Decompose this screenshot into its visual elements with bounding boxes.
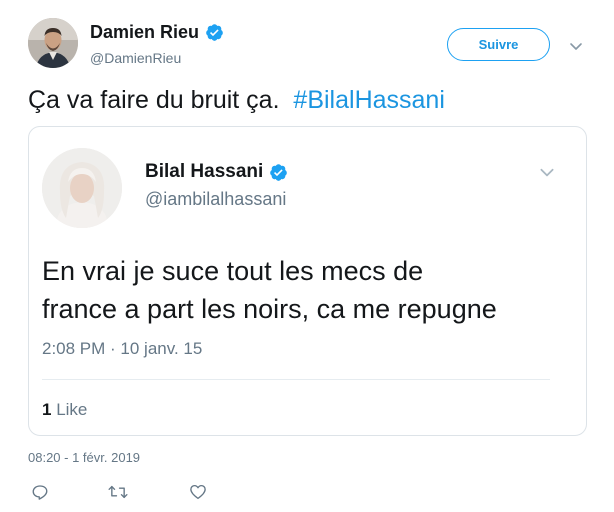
author-handle[interactable]: @DamienRieu [90, 50, 181, 66]
quoted-tweet-text: En vrai je suce tout les mecs de france … [42, 252, 572, 328]
heart-icon [190, 484, 206, 500]
quoted-avatar[interactable] [42, 148, 122, 228]
author-avatar[interactable] [28, 18, 78, 68]
quoted-tweet-card[interactable]: Bilal Hassani @iambilalhassani En vrai j… [28, 126, 587, 436]
verified-badge-icon [270, 163, 288, 181]
reply-button[interactable] [30, 482, 50, 502]
chevron-down-icon[interactable] [568, 38, 584, 54]
retweet-icon [108, 485, 128, 499]
author-name-row[interactable]: Damien Rieu [90, 22, 224, 43]
verified-badge-icon [206, 24, 223, 41]
quoted-divider [42, 379, 550, 380]
tweet-text: Ça va faire du bruit ça. #BilalHassani [28, 86, 445, 115]
author-name[interactable]: Damien Rieu [90, 22, 199, 43]
quoted-timestamp[interactable]: 2:08 PM · 10 janv. 15 [42, 339, 202, 359]
hashtag-link[interactable]: #BilalHassani [293, 86, 444, 114]
quoted-author-handle[interactable]: @iambilalhassani [145, 189, 286, 210]
quoted-author-name[interactable]: Bilal Hassani [145, 161, 263, 183]
quoted-name-row[interactable]: Bilal Hassani [145, 161, 288, 183]
quoted-avatar-image [42, 148, 122, 228]
tweet-text-body: Ça va faire du bruit ça. [28, 86, 280, 114]
reply-icon [32, 485, 48, 500]
follow-button[interactable]: Suivre [447, 28, 550, 61]
chevron-down-icon[interactable] [538, 163, 556, 181]
quoted-likes-label: Like [56, 400, 88, 419]
quoted-text-line: france a part les noirs, ca me repugne [42, 294, 497, 324]
retweet-button[interactable] [108, 482, 128, 502]
quoted-likes[interactable]: 1 Like [42, 400, 87, 420]
quoted-likes-count: 1 [42, 400, 52, 419]
tweet: Damien Rieu @DamienRieu Suivre Ça va fai… [0, 0, 614, 512]
like-button[interactable] [188, 482, 208, 502]
author-avatar-image [28, 18, 78, 68]
quoted-text-line: En vrai je suce tout les mecs de [42, 256, 424, 286]
tweet-timestamp[interactable]: 08:20 - 1 févr. 2019 [28, 450, 140, 465]
